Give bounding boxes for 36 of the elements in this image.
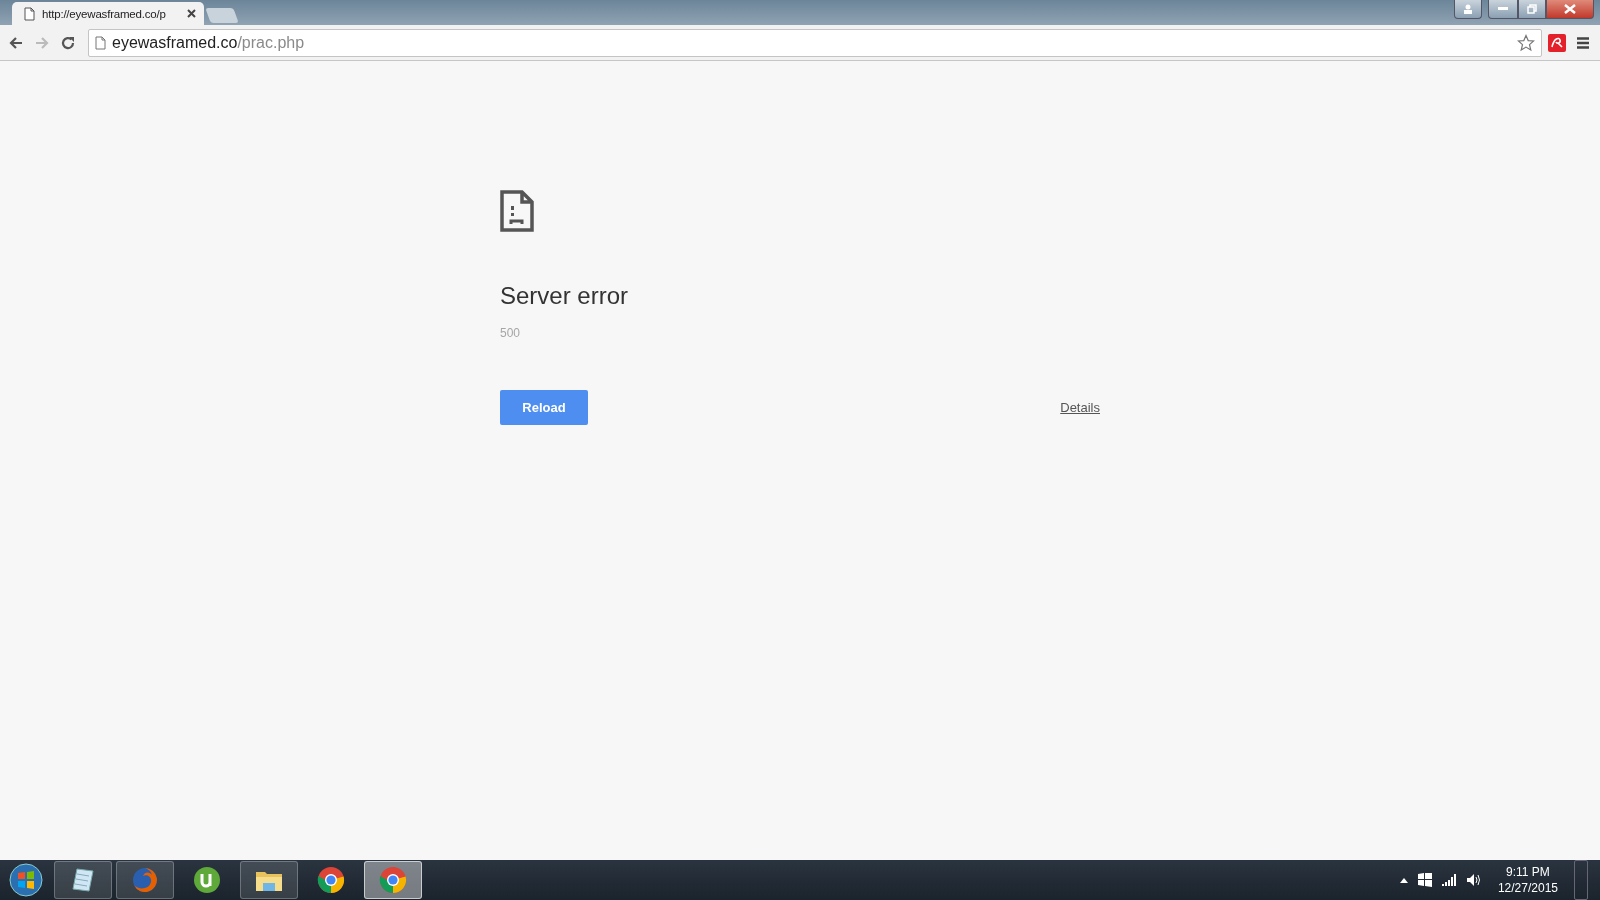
maximize-button[interactable] (1518, 0, 1546, 19)
profile-button[interactable] (1454, 0, 1482, 19)
speaker-icon[interactable] (1465, 873, 1482, 887)
clock-date: 12/27/2015 (1497, 880, 1558, 896)
chrome-icon (317, 866, 345, 894)
restore-icon (1527, 4, 1537, 14)
signal-icon[interactable] (1441, 874, 1456, 886)
minimize-button[interactable] (1488, 0, 1518, 19)
show-desktop-button[interactable] (1574, 860, 1588, 900)
minimize-icon (1498, 7, 1508, 11)
error-title: Server error (500, 282, 630, 310)
utorrent-icon (193, 866, 221, 894)
chrome-icon (379, 866, 407, 894)
taskbar-app[interactable] (240, 861, 298, 899)
star-icon[interactable] (1517, 33, 1535, 52)
flag-icon[interactable] (1417, 873, 1432, 887)
caret-icon[interactable] (1399, 877, 1408, 883)
url-text: eyewasframed.co/prac.php (112, 33, 306, 52)
clock-time: 9:11 PM (1506, 864, 1550, 880)
taskbar-app[interactable] (54, 861, 112, 899)
address-bar[interactable]: eyewasframed.co/prac.php (88, 28, 1542, 57)
page-icon (24, 6, 35, 21)
extension-icon[interactable] (1548, 33, 1566, 52)
notepad-icon (69, 866, 97, 894)
browser-tab[interactable]: http://eyewasframed.co/p (12, 2, 204, 25)
error-code: 500 (500, 326, 522, 340)
details-link[interactable]: Details (1060, 400, 1100, 415)
close-icon[interactable] (187, 9, 196, 18)
firefox-icon (131, 866, 159, 894)
person-icon (1463, 4, 1473, 14)
menu-icon[interactable] (1576, 35, 1590, 50)
close-button[interactable] (1546, 0, 1594, 19)
page-icon (95, 35, 106, 50)
close-icon (1564, 4, 1576, 14)
start-button[interactable] (6, 861, 46, 899)
sad-page-icon (500, 190, 534, 232)
